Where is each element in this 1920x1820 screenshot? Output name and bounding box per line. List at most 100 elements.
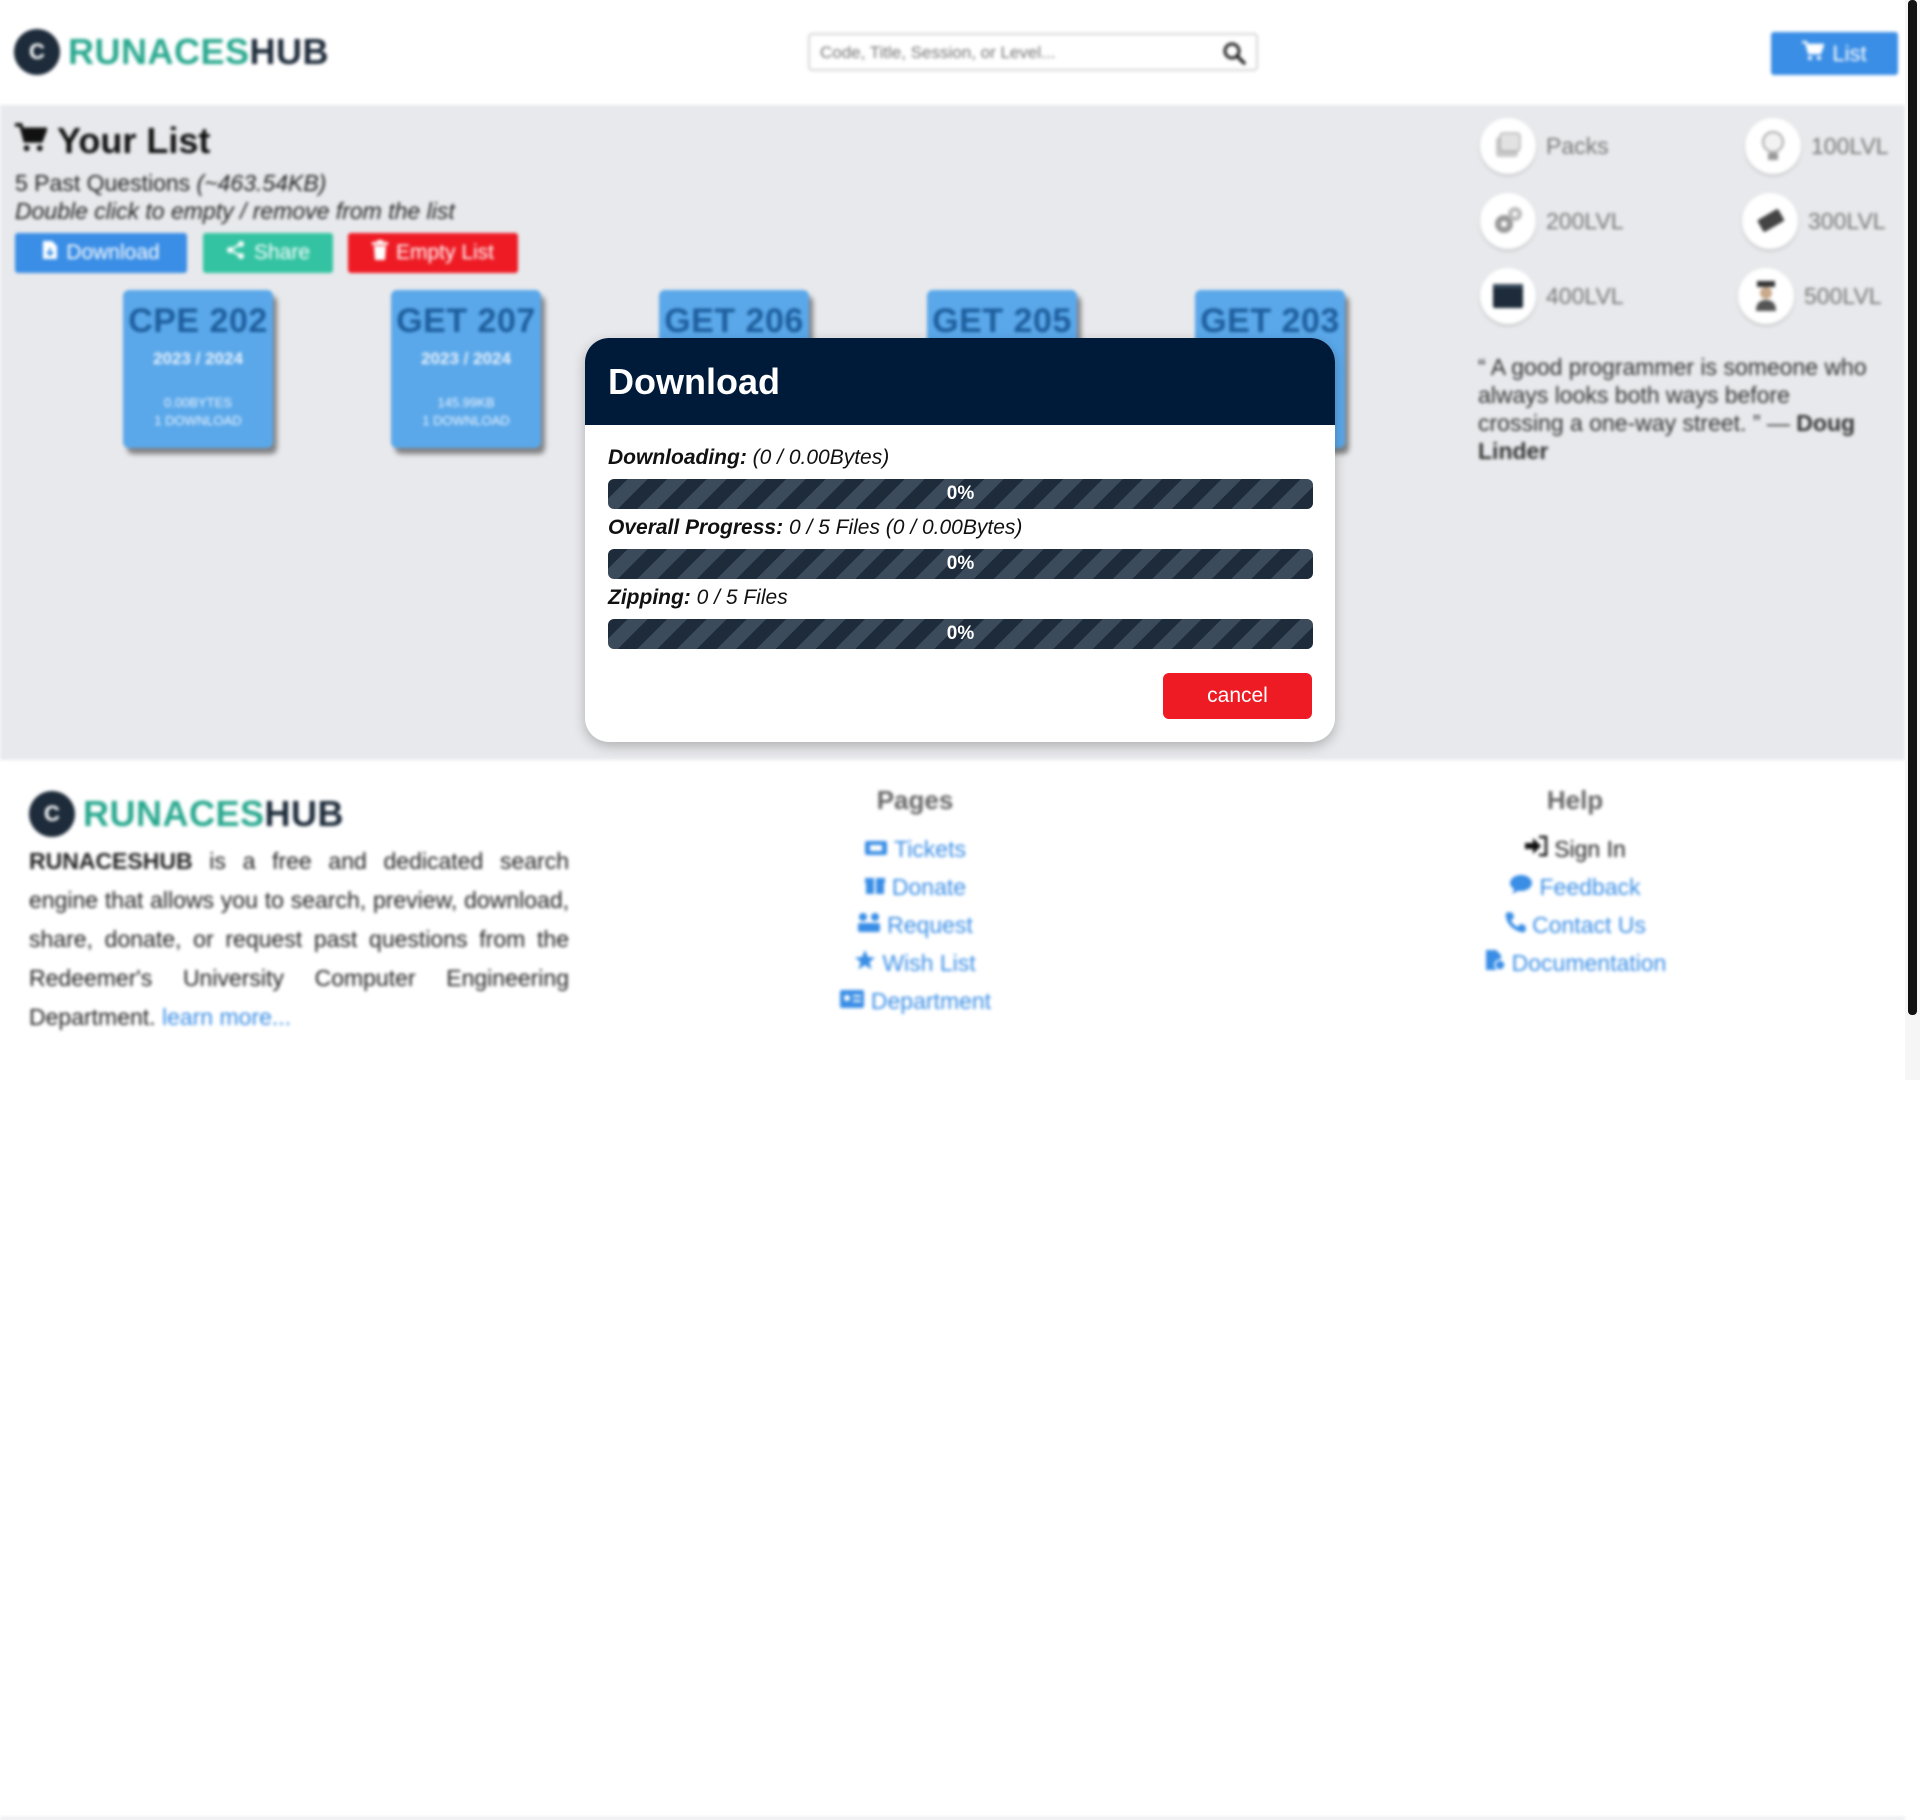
level-label: 200LVL: [1546, 207, 1624, 234]
level-link-400[interactable]: 400LVL: [1480, 268, 1624, 324]
lightbulb-icon: [1745, 118, 1801, 174]
level-label: Packs: [1546, 132, 1609, 159]
download-button-label: Download: [66, 241, 160, 264]
site-logo[interactable]: C RUNACESHUB: [14, 29, 329, 75]
downloading-value: (0 / 0.00Bytes): [752, 446, 890, 469]
gift-icon: [864, 873, 886, 901]
overall-value: 0 / 5 Files (0 / 0.00Bytes): [788, 516, 1023, 539]
footer-link-tickets[interactable]: Tickets: [815, 830, 1015, 868]
footer-link-department[interactable]: Department: [815, 982, 1015, 1020]
document-icon: [1484, 949, 1506, 977]
phone-icon: [1504, 911, 1527, 939]
downloading-progress-percent: 0%: [946, 483, 975, 504]
level-link-packs[interactable]: Packs: [1480, 118, 1609, 174]
card-course-code: GET 206: [664, 302, 804, 340]
sign-in-icon: [1524, 835, 1548, 863]
footer-link-request[interactable]: Request: [815, 906, 1015, 944]
footer-link-label: Tickets: [894, 835, 966, 862]
empty-list-button-label: Empty List: [395, 241, 495, 264]
footer-logo[interactable]: C RUNACESHUB: [29, 791, 344, 837]
empty-list-button[interactable]: Empty List: [348, 233, 518, 273]
footer-about: RUNACESHUB is a free and dedicated searc…: [29, 842, 569, 1037]
footer-link-label: Contact Us: [1532, 911, 1646, 938]
downloading-progress-bar: 0%: [608, 479, 1313, 509]
footer-link-label: Wish List: [882, 949, 976, 976]
card-course-code: CPE 202: [128, 302, 268, 340]
cancel-button[interactable]: cancel: [1163, 673, 1312, 719]
footer-link-label: Department: [870, 987, 992, 1014]
comment-icon: [1509, 873, 1533, 901]
overall-progress-label: Overall Progress: 0 / 5 Files (0 / 0.00B…: [608, 516, 1022, 540]
overall-label-key: Overall Progress:: [608, 516, 784, 539]
card-course-code: GET 203: [1200, 302, 1340, 340]
list-hint: Double click to empty / remove from the …: [15, 198, 455, 224]
footer-link-documentation[interactable]: Documentation: [1440, 944, 1710, 982]
cart-icon: [1802, 40, 1826, 67]
download-button[interactable]: Download: [15, 233, 187, 273]
file-download-icon: [42, 240, 58, 266]
question-card[interactable]: CPE 202 2023 / 2024 0.00BYTES 1 DOWNLOAD: [123, 290, 273, 448]
star-icon: [854, 949, 876, 977]
list-size: (~463.54KB): [196, 170, 327, 196]
scrollbar[interactable]: [1905, 0, 1920, 1080]
level-link-500[interactable]: 500LVL: [1738, 268, 1882, 324]
chip-icon: [1742, 193, 1798, 249]
zipping-label: Zipping: 0 / 5 Files: [608, 586, 788, 610]
search-box: [808, 33, 1258, 71]
graduate-icon: [1738, 268, 1794, 324]
footer-link-contact[interactable]: Contact Us: [1440, 906, 1710, 944]
ticket-icon: [864, 836, 888, 863]
card-session: 2023 / 2024: [421, 349, 511, 368]
zipping-label-key: Zipping:: [608, 586, 691, 609]
logo-wordmark-part2: HUB: [249, 31, 330, 72]
modal-title: Download: [585, 338, 1335, 425]
learn-more-link[interactable]: learn more...: [162, 1004, 291, 1030]
about-brand: RUNACESHUB: [29, 848, 193, 874]
overall-progress-percent: 0%: [946, 553, 975, 574]
share-icon: [226, 240, 246, 266]
footer-link-feedback[interactable]: Feedback: [1440, 868, 1710, 906]
level-label: 500LVL: [1804, 282, 1882, 309]
page-title: Your List: [15, 120, 210, 162]
cart-icon: [15, 120, 49, 162]
footer-help: Help Sign In Feedback Contact Us Documen…: [1440, 785, 1710, 982]
question-card[interactable]: GET 207 2023 / 2024 145.99KB 1 DOWNLOAD: [391, 290, 541, 448]
logo-wordmark-part1: RUNACES: [83, 793, 265, 834]
list-button-label: List: [1832, 40, 1867, 66]
card-session: 2023 / 2024: [153, 349, 243, 368]
level-link-200[interactable]: 200LVL: [1480, 193, 1624, 249]
quote: “ A good programmer is someone who alway…: [1478, 353, 1878, 465]
page-title-text: Your List: [57, 120, 211, 161]
id-card-icon: [839, 988, 865, 1015]
level-label: 400LVL: [1546, 282, 1624, 309]
footer-pages: Pages Tickets Donate Request Wish List D…: [815, 785, 1015, 1020]
card-course-code: GET 207: [396, 302, 536, 340]
scrollbar-thumb[interactable]: [1908, 0, 1917, 1015]
logo-wordmark: RUNACESHUB: [83, 793, 344, 835]
level-link-100[interactable]: 100LVL: [1745, 118, 1889, 174]
share-button-label: Share: [253, 241, 311, 264]
footer-link-sign-in[interactable]: Sign In: [1440, 830, 1710, 868]
card-downloads: 1 DOWNLOAD: [422, 413, 510, 428]
downloading-label: Downloading: (0 / 0.00Bytes): [608, 446, 889, 470]
logo-wordmark-part2: HUB: [264, 793, 345, 834]
share-button[interactable]: Share: [203, 233, 333, 273]
level-label: 100LVL: [1811, 132, 1889, 159]
logo-emblem-icon: C: [14, 29, 60, 75]
trash-icon: [371, 240, 388, 266]
list-button[interactable]: List: [1771, 32, 1898, 75]
footer-link-wish-list[interactable]: Wish List: [815, 944, 1015, 982]
card-downloads: 1 DOWNLOAD: [154, 413, 242, 428]
footer-link-donate[interactable]: Donate: [815, 868, 1015, 906]
logo-emblem-icon: C: [29, 791, 75, 837]
about-text: is a free and dedicated search engine th…: [29, 848, 569, 1030]
list-count: 5 Past Questions: [15, 170, 191, 196]
footer-help-title: Help: [1546, 785, 1604, 815]
gears-icon: [1480, 193, 1536, 249]
site-header: C RUNACESHUB List: [0, 0, 1905, 105]
overall-progress-bar: 0%: [608, 549, 1313, 579]
search-input[interactable]: [818, 41, 1202, 65]
search-icon[interactable]: [1222, 41, 1246, 70]
zipping-value: 0 / 5 Files: [696, 586, 788, 609]
level-link-300[interactable]: 300LVL: [1742, 193, 1886, 249]
